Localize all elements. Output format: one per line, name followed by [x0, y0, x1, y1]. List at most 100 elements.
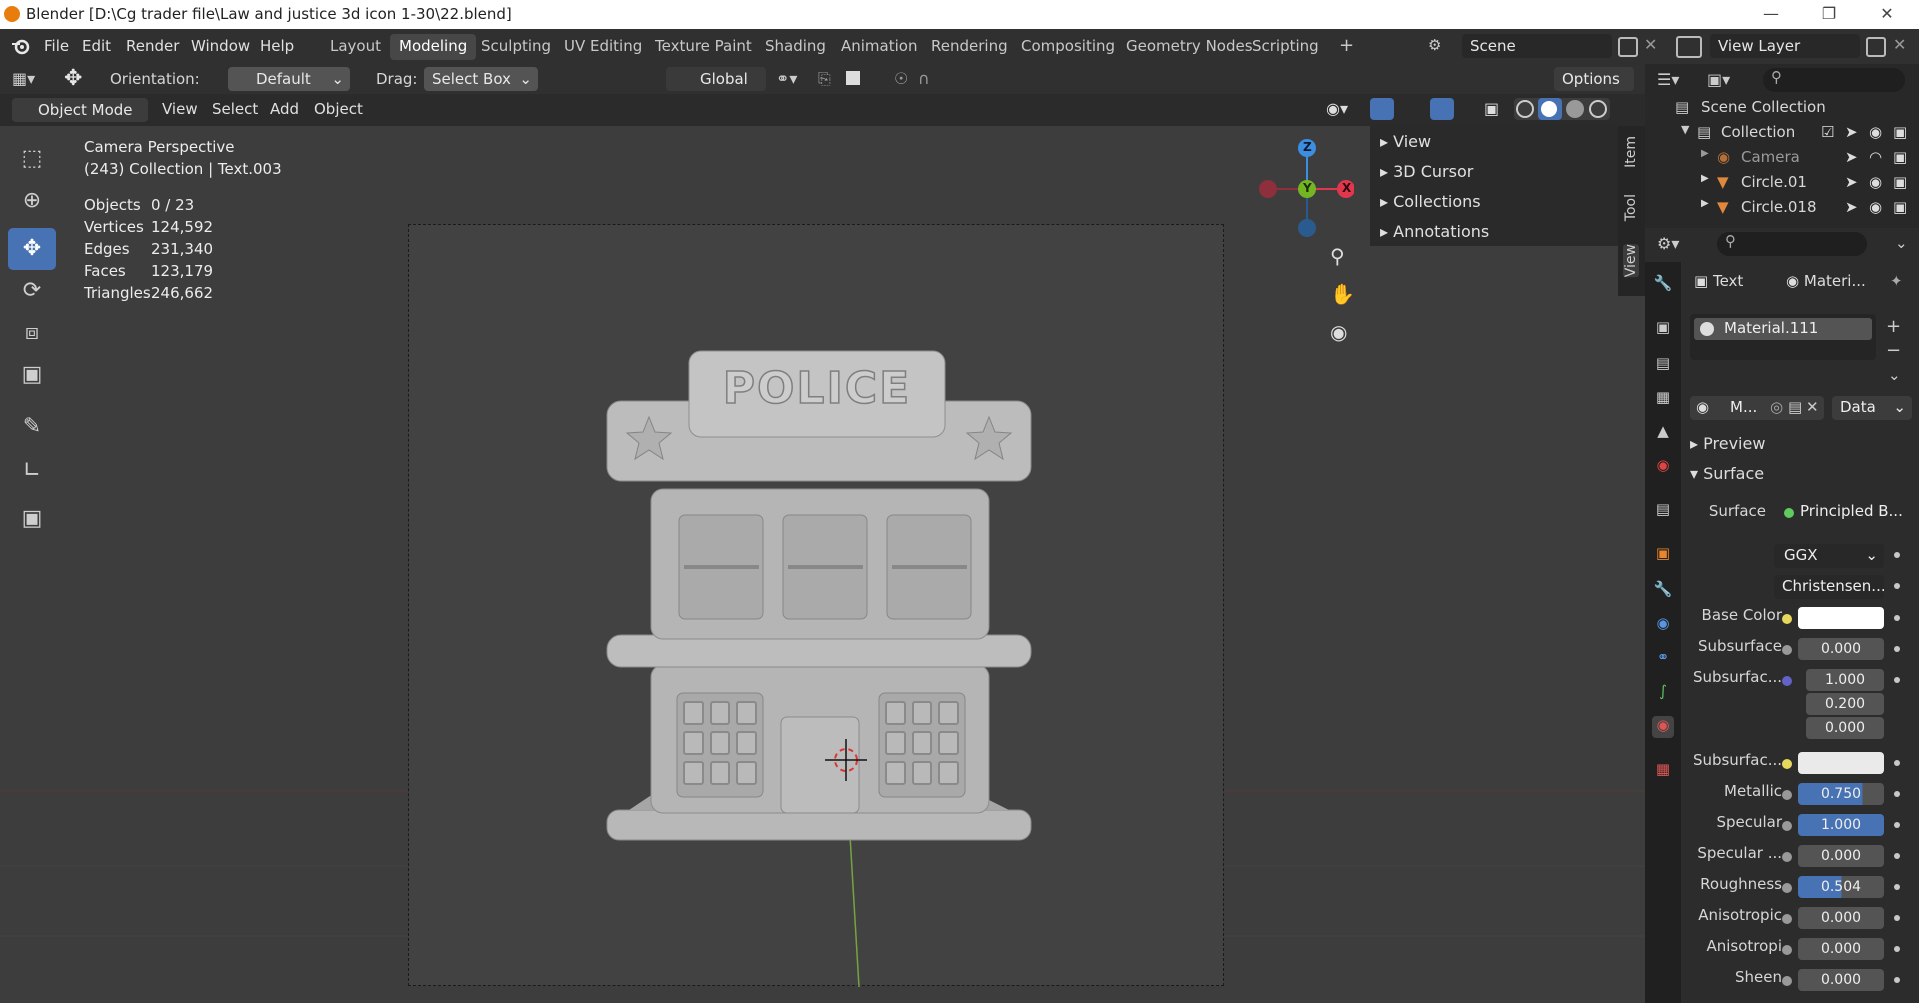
- socket-icon[interactable]: [1894, 760, 1900, 766]
- eye-icon[interactable]: ◉: [1869, 173, 1882, 191]
- menu-help[interactable]: Help: [254, 35, 300, 57]
- close-icon[interactable]: ✕: [1867, 2, 1907, 26]
- display-mode-icon[interactable]: ▣▾: [1707, 70, 1730, 89]
- socket-icon[interactable]: [1894, 884, 1900, 890]
- select-arrow-icon[interactable]: ➤: [1845, 198, 1858, 216]
- specular-slider[interactable]: 1.000: [1798, 814, 1884, 836]
- texture-tab-icon[interactable]: ▦: [1652, 760, 1674, 782]
- tab-rendering[interactable]: Rendering: [922, 34, 1017, 60]
- viewport-menu-select[interactable]: Select: [206, 98, 264, 120]
- proportional-edit-icon[interactable]: ☉: [894, 69, 908, 88]
- material-selector[interactable]: ◉ M... ◎ ▤ ✕: [1690, 396, 1824, 420]
- socket-icon[interactable]: [1782, 821, 1792, 831]
- drag-dropdown[interactable]: Select Box ⌄: [424, 67, 538, 91]
- distribution-dropdown[interactable]: GGX ⌄: [1774, 544, 1884, 568]
- eye-icon[interactable]: ◉: [1869, 123, 1882, 141]
- cursor-tool-icon[interactable]: ⊕: [8, 180, 56, 222]
- tab-layout[interactable]: Layout: [321, 34, 390, 60]
- socket-icon[interactable]: [1782, 614, 1792, 624]
- move-tool-button-icon[interactable]: ✥: [8, 228, 56, 270]
- overlay-toggle-icon[interactable]: [1430, 98, 1454, 120]
- socket-icon[interactable]: [1894, 946, 1900, 952]
- expand-icon[interactable]: ▶: [1701, 198, 1709, 209]
- anisotropic-rotation-slider[interactable]: 0.000: [1798, 938, 1884, 960]
- scene-name-field[interactable]: Scene: [1462, 34, 1612, 58]
- tab-animation[interactable]: Animation: [832, 34, 926, 60]
- tab-uv-editing[interactable]: UV Editing: [555, 34, 651, 60]
- sheen-slider[interactable]: 0.000: [1798, 969, 1884, 991]
- fake-user-icon[interactable]: ◎: [1770, 398, 1783, 416]
- material-shading-icon[interactable]: [1566, 100, 1584, 118]
- subsurface-radius-z-field[interactable]: 0.000: [1806, 717, 1884, 739]
- pin-icon[interactable]: ✦: [1890, 272, 1903, 290]
- camera-render-icon[interactable]: ▣: [1893, 123, 1907, 141]
- outliner-item-circle-01[interactable]: ▶ ▼ Circle.01 ➤ ◉ ▣: [1645, 173, 1919, 198]
- tab-modeling[interactable]: Modeling: [390, 34, 477, 60]
- new-scene-icon[interactable]: [1618, 37, 1638, 57]
- socket-icon[interactable]: [1894, 677, 1900, 683]
- transform-tool-icon[interactable]: ▣: [8, 354, 56, 396]
- tab-geometry-nodes[interactable]: Geometry Nodes: [1117, 34, 1262, 60]
- remove-slot-icon[interactable]: −: [1886, 340, 1901, 361]
- tab-view[interactable]: View: [1623, 244, 1639, 278]
- data-tab-icon[interactable]: ∫: [1652, 682, 1674, 704]
- view-layer-name-field[interactable]: View Layer: [1710, 34, 1860, 58]
- zoom-icon[interactable]: ⚲: [1330, 244, 1345, 268]
- socket-icon[interactable]: [1782, 676, 1792, 686]
- outliner-scene-collection[interactable]: ▤ Scene Collection: [1645, 98, 1919, 123]
- rendered-shading-icon[interactable]: [1589, 100, 1607, 118]
- add-cube-tool-icon[interactable]: ▣: [8, 498, 56, 540]
- panel-3d-cursor[interactable]: ▸ 3D Cursor: [1380, 162, 1473, 181]
- outliner-item-camera[interactable]: ▶ ◉ Camera ➤ ◠ ▣: [1645, 148, 1919, 173]
- base-color-swatch[interactable]: [1798, 607, 1884, 629]
- expand-icon[interactable]: ▶: [1701, 148, 1709, 159]
- socket-icon[interactable]: [1894, 552, 1900, 558]
- chevron-down-icon[interactable]: ⌄: [1895, 234, 1908, 252]
- socket-icon[interactable]: [1894, 977, 1900, 983]
- snap-target-icon[interactable]: [846, 71, 860, 85]
- scene-tab-icon[interactable]: ▲: [1652, 422, 1674, 444]
- expand-icon[interactable]: ▼: [1681, 123, 1689, 136]
- snap-icon[interactable]: ⎘: [818, 69, 831, 89]
- annotate-tool-icon[interactable]: ✎: [8, 406, 56, 448]
- chevron-down-icon[interactable]: ⌄: [1888, 366, 1901, 384]
- scale-tool-icon[interactable]: ⧈: [8, 312, 56, 354]
- socket-icon[interactable]: [1894, 822, 1900, 828]
- socket-icon[interactable]: [1894, 583, 1900, 589]
- material-slot-item[interactable]: Material.111: [1694, 318, 1872, 340]
- viewport-menu-add[interactable]: Add: [264, 98, 305, 120]
- socket-icon[interactable]: [1782, 790, 1792, 800]
- xray-icon[interactable]: ▣: [1484, 99, 1499, 118]
- falloff-icon[interactable]: ∩: [918, 69, 930, 88]
- outliner-editor-icon[interactable]: ☰▾: [1657, 70, 1679, 89]
- 3d-cursor-icon[interactable]: [821, 735, 871, 785]
- view-layer-browse-icon[interactable]: [1676, 36, 1702, 58]
- delete-scene-icon[interactable]: ✕: [1644, 35, 1657, 54]
- socket-icon[interactable]: [1894, 853, 1900, 859]
- panel-view[interactable]: ▸ View: [1380, 132, 1431, 151]
- tab-sculpting[interactable]: Sculpting: [472, 34, 560, 60]
- pivot-point-icon[interactable]: ⚭▾: [776, 69, 797, 88]
- menu-edit[interactable]: Edit: [76, 35, 117, 57]
- metallic-slider[interactable]: 0.750: [1798, 783, 1884, 805]
- measure-tool-icon[interactable]: ∟: [8, 450, 56, 492]
- tab-shading[interactable]: Shading: [756, 34, 835, 60]
- eye-closed-icon[interactable]: ◠: [1869, 148, 1882, 166]
- outliner-search-input[interactable]: ⚲: [1763, 68, 1905, 92]
- viewport-menu-view[interactable]: View: [156, 98, 204, 120]
- socket-icon[interactable]: [1782, 945, 1792, 955]
- checkbox-icon[interactable]: ☑: [1821, 123, 1834, 141]
- select-arrow-icon[interactable]: ➤: [1845, 148, 1858, 166]
- world-tab-icon[interactable]: ◉: [1652, 456, 1674, 478]
- menu-window[interactable]: Window: [185, 35, 256, 57]
- link-dropdown[interactable]: Data ⌄: [1832, 396, 1912, 420]
- section-surface[interactable]: ▾ Surface: [1690, 464, 1764, 483]
- wireframe-shading-icon[interactable]: [1516, 100, 1534, 118]
- subsurface-color-swatch[interactable]: [1798, 752, 1884, 774]
- new-view-layer-icon[interactable]: [1866, 37, 1886, 57]
- socket-icon[interactable]: [1894, 646, 1900, 652]
- camera-render-icon[interactable]: ▣: [1893, 148, 1907, 166]
- subsurface-field[interactable]: 0.000: [1798, 638, 1884, 660]
- tab-texture-paint[interactable]: Texture Paint: [646, 34, 761, 60]
- socket-icon[interactable]: [1894, 915, 1900, 921]
